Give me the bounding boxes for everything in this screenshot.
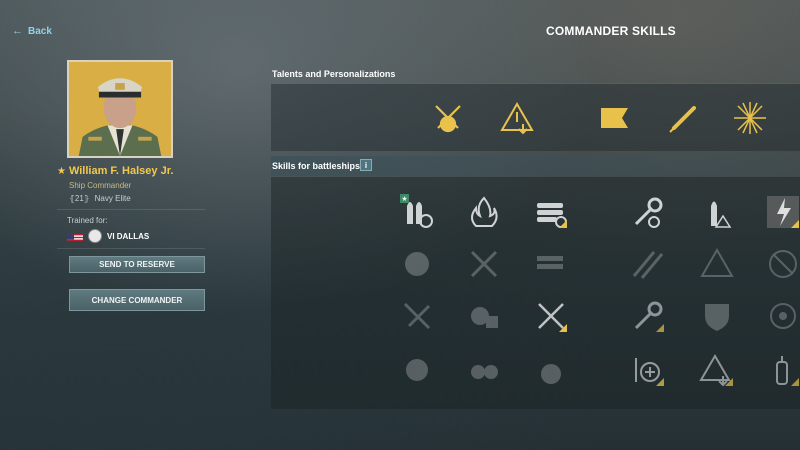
corner-marker — [791, 378, 799, 386]
wrench-clock-icon[interactable] — [630, 298, 666, 334]
burst-icon[interactable] — [732, 100, 768, 136]
corner-marker — [791, 220, 799, 228]
talents-title: Talents and Personalizations — [272, 69, 396, 79]
torpedo-launcher-icon[interactable] — [533, 194, 569, 230]
info-icon[interactable]: i — [360, 159, 372, 171]
target-icon[interactable] — [399, 246, 435, 282]
back-arrow-icon: ← — [12, 25, 23, 37]
corner-marker — [559, 220, 567, 228]
corner-marker — [656, 378, 664, 386]
extinguisher-icon[interactable] — [765, 352, 800, 388]
torpedo-icon[interactable] — [666, 100, 702, 136]
ship-class-icon — [88, 229, 102, 243]
change-commander-button[interactable]: CHANGE COMMANDER — [69, 289, 205, 311]
stripes-icon[interactable] — [630, 246, 666, 282]
top-bar: ← Back COMMANDER SKILLS — [0, 0, 800, 60]
skills-title: Skills for battleships — [272, 161, 361, 171]
star-icon: ★ — [57, 165, 66, 177]
commander-level: ⦃21⦄ Navy Elite — [69, 194, 131, 203]
bombs-icon[interactable] — [533, 352, 569, 388]
crossed-swords-icon[interactable] — [533, 298, 569, 334]
star-icon: ★ — [400, 194, 409, 203]
crossed-anchors-icon[interactable] — [430, 100, 466, 136]
plane-icon[interactable] — [399, 298, 435, 334]
send-to-reserve-button[interactable]: SEND TO RESERVE — [69, 256, 205, 273]
shield-icon[interactable] — [699, 298, 735, 334]
repair-plus-icon[interactable] — [630, 352, 666, 388]
aa-clock-icon[interactable] — [466, 298, 502, 334]
commander-role: Ship Commander — [69, 181, 132, 190]
corner-marker — [725, 378, 733, 386]
corner-marker — [559, 324, 567, 332]
launcher-clock-icon[interactable] — [533, 246, 569, 282]
commander-portrait — [67, 60, 173, 158]
wrench-icon[interactable] — [630, 194, 666, 230]
fire-icon[interactable] — [466, 194, 502, 230]
flag-icon[interactable] — [598, 100, 634, 136]
crossed-circle-icon[interactable] — [765, 246, 800, 282]
back-button[interactable]: ← Back — [12, 25, 52, 37]
crossed-guns-icon[interactable] — [466, 246, 502, 282]
commander-name-row: ★ William F. Halsey Jr. — [57, 165, 173, 177]
aa-guns-icon[interactable] — [466, 352, 502, 388]
ship-aim-icon[interactable] — [399, 352, 435, 388]
alert-down-icon[interactable] — [699, 352, 735, 388]
usa-flag-icon — [67, 231, 83, 241]
shells-reload-icon[interactable]: ★ — [399, 194, 435, 230]
back-label: Back — [28, 25, 52, 37]
screen-title: COMMANDER SKILLS — [546, 24, 676, 38]
trained-label: Trained for: — [67, 216, 108, 225]
level-badge: ⦃21⦄ — [69, 194, 90, 203]
trained-for-row: VI DALLAS — [67, 229, 149, 243]
divider — [57, 209, 205, 210]
triangle-alert-icon[interactable] — [699, 246, 735, 282]
talents-panel — [271, 83, 800, 151]
level-text: Navy Elite — [94, 194, 131, 203]
radar-icon[interactable] — [765, 298, 800, 334]
hatched-bolt-icon[interactable] — [765, 194, 800, 230]
commander-name: William F. Halsey Jr. — [68, 165, 174, 177]
shell-warning-icon[interactable] — [699, 194, 735, 230]
divider — [57, 248, 205, 249]
corner-marker — [656, 324, 664, 332]
ship-name: VI DALLAS — [107, 231, 150, 241]
warning-triangle-icon[interactable] — [499, 100, 535, 136]
